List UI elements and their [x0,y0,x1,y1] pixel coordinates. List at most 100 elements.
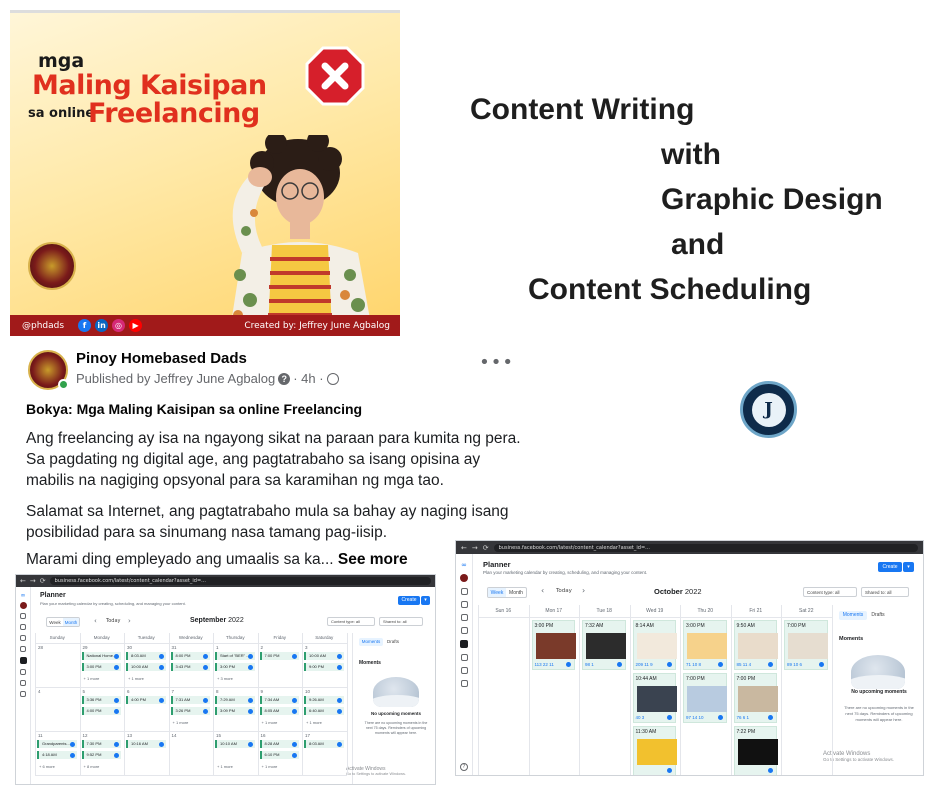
post-thumbnail[interactable] [788,633,828,659]
notifications-icon[interactable] [460,601,468,608]
meta-logo-icon[interactable]: ∞ [460,562,468,569]
post-thumbnail[interactable] [687,686,727,712]
shared-to-filter[interactable]: Shared to: all [861,587,909,597]
month-view-button[interactable]: Month [63,618,79,626]
content-icon[interactable] [460,627,468,634]
more-posts-link[interactable]: + 1 more [306,720,322,725]
scheduled-post-chip[interactable]: 7:29 AM [215,696,255,704]
scheduled-post-card[interactable]: 7:00 PM 76 6 1 [733,673,778,723]
more-posts-link[interactable]: + 1 more [262,720,278,725]
post-page-name[interactable]: Pinoy Homebased Dads [76,350,247,367]
scheduled-post-chip[interactable]: 7:31 AM [170,696,210,704]
scheduled-post-card[interactable]: 10:44 AM 40 3 [632,673,677,723]
menu-icon[interactable] [20,691,26,697]
post-thumbnail[interactable] [636,633,677,659]
address-bar[interactable]: business.facebook.com/latest/content_cal… [493,543,918,552]
scheduled-post-chip[interactable]: 8:00 PM [170,652,210,660]
scheduled-post-card[interactable]: 7:32 AM 98 1 [582,620,626,670]
moments-tab[interactable]: Moments [359,638,383,646]
scheduled-post-chip[interactable]: 10:16 AM [126,740,166,748]
scheduled-post-card[interactable]: 11:30 AM [632,726,677,775]
more-posts-link[interactable]: + 6 more [39,764,55,769]
scheduled-post-card[interactable]: 7:00 PM 89 10 6 [784,620,828,670]
create-button[interactable]: Create [398,596,420,605]
more-posts-link[interactable]: + 3 more [217,676,233,681]
scheduled-post-card[interactable]: 3:00 PM 71 10 8 [683,620,727,670]
scheduled-post-chip[interactable]: 3:00 PM [81,663,121,671]
scheduled-post-chip[interactable]: 4:00 PM [81,707,121,715]
create-dropdown-button[interactable]: ▾ [903,562,914,572]
scheduled-post-chip[interactable]: 3:36 PM [81,696,121,704]
scheduled-post-card[interactable]: 3:00 PM 113 22 11 [531,620,576,670]
see-more-link[interactable]: See more [338,551,408,568]
week-view-button[interactable]: Week [488,588,506,597]
scheduled-post-chip[interactable]: 3:26 PM [170,707,210,715]
planner-icon[interactable] [460,640,468,648]
scheduled-post-chip[interactable]: 3:00 PM [215,663,255,671]
more-posts-link[interactable]: + 1 more [173,720,189,725]
reload-icon[interactable]: ⟳ [40,577,46,585]
address-bar[interactable]: business.facebook.com/latest/content_cal… [49,577,431,585]
scheduled-post-chip[interactable]: 7:30 PM [81,740,121,748]
post-thumbnail[interactable] [636,686,677,712]
next-month-icon[interactable]: › [128,617,131,625]
week-view-button[interactable]: Week [47,618,63,626]
scheduled-post-chip[interactable]: 8:03 AM [126,652,166,660]
scheduled-post-chip[interactable]: 7:34 AM [259,696,299,704]
post-thumbnail[interactable] [586,633,626,659]
more-posts-link[interactable]: + 1 more [128,676,144,681]
comments-icon[interactable] [460,654,468,661]
create-dropdown-button[interactable]: ▾ [421,596,430,605]
scheduled-post-chip[interactable]: 4:18 AM [37,751,77,759]
more-posts-link[interactable]: + 8 more [84,764,100,769]
post-thumbnail[interactable] [737,739,778,765]
more-posts-link[interactable]: + 1 more [262,764,278,769]
scheduled-post-chip[interactable]: 6:10 PM [259,751,299,759]
planner-icon[interactable] [19,657,27,664]
meta-logo-icon[interactable]: ∞ [20,593,27,599]
more-posts-link[interactable]: + 1 more [217,764,233,769]
prev-week-icon[interactable]: ‹ [541,586,544,595]
month-view-button[interactable]: Month [506,588,526,597]
page-avatar-icon[interactable] [19,602,27,609]
help-icon[interactable]: ? [460,763,468,771]
drafts-tab[interactable]: Drafts [383,638,403,646]
scheduled-post-chip[interactable]: Grandparents... [37,740,77,748]
scheduled-post-card[interactable]: 9:50 AM 85 11 4 [733,620,778,670]
scheduled-post-card[interactable]: 7:22 PM [733,726,778,775]
scheduled-post-chip[interactable]: 8:03 AM [304,740,344,748]
forward-icon[interactable]: → [30,577,36,585]
post-thumbnail[interactable] [737,686,778,712]
create-button[interactable]: Create [878,562,902,572]
moments-tab[interactable]: Moments [839,611,867,620]
back-icon[interactable]: ← [20,577,26,585]
drafts-tab[interactable]: Drafts [867,611,889,620]
scheduled-post-chip[interactable]: 10:00 AM [126,663,166,671]
insights-icon[interactable] [460,667,468,674]
today-button[interactable]: Today [106,618,120,624]
scheduled-post-chip[interactable]: 3:09 PM [215,707,255,715]
post-thumbnail[interactable] [737,633,778,659]
content-type-filter[interactable]: Content type: all [327,617,375,626]
scheduled-post-chip[interactable]: 9:26 AM [304,696,344,704]
scheduled-post-card[interactable]: 7:00 PM 97 14 10 [683,673,727,723]
page-avatar-icon[interactable] [460,574,468,582]
today-button[interactable]: Today [556,588,572,594]
scheduled-post-chip[interactable]: National Home... [81,652,121,660]
post-thumbnail[interactable] [636,739,677,765]
prev-month-icon[interactable]: ‹ [94,617,97,625]
scheduled-post-chip[interactable]: 10:00 AM [304,652,344,660]
scheduled-post-card[interactable]: 8:14 AM 209 11 9 [632,620,677,670]
scheduled-post-chip[interactable]: 4:00 PM [126,696,166,704]
scheduled-post-chip[interactable]: 9:00 PM [304,663,344,671]
scheduled-post-chip[interactable]: Start of "BER" ... [215,652,255,660]
scheduled-post-chip[interactable]: 6:40 AM [304,707,344,715]
back-icon[interactable]: ← [461,544,467,552]
scheduled-post-chip[interactable]: 3:43 PM [170,663,210,671]
post-time[interactable]: · 4h · [293,371,323,386]
menu-icon[interactable] [460,680,468,687]
more-posts-link[interactable]: + 1 more [84,676,100,681]
more-options-icon[interactable]: ••• [479,352,514,373]
scheduled-post-chip[interactable]: 10:10 AM [215,740,255,748]
scheduled-post-chip[interactable]: 7:00 PM [259,652,299,660]
